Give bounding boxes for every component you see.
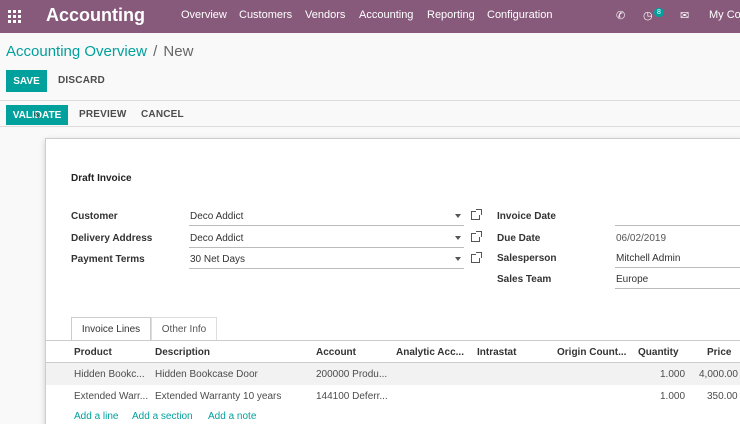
invoice-date-underline [615,225,740,226]
chat-icon[interactable]: ✉ [680,9,689,22]
payment-terms-underline [189,268,464,269]
payment-terms-external-link-icon[interactable] [471,252,482,263]
row-2-product[interactable]: Extended Warr... [74,391,148,402]
menu-configuration[interactable]: Configuration [487,9,552,21]
table-row[interactable] [46,385,740,407]
cancel-button[interactable]: CANCEL [141,109,184,120]
salesperson-field[interactable]: Mitchell Admin [616,253,680,264]
column-origin-country[interactable]: Origin Count... [557,347,626,358]
apps-grid-icon[interactable] [8,10,21,23]
column-intrastat[interactable]: Intrastat [477,347,516,358]
menu-overview[interactable]: Overview [181,9,227,21]
tab-other-info[interactable]: Other Info [151,317,217,341]
discard-button[interactable]: DISCARD [58,75,105,86]
statusbar-divider [0,126,740,127]
activity-badge: 8 [654,8,664,17]
menu-vendors[interactable]: Vendors [305,9,345,21]
row-2-price[interactable]: 350.00 [707,391,738,402]
column-account[interactable]: Account [316,347,356,358]
delivery-address-label: Delivery Address [71,233,153,244]
save-button[interactable]: SAVE [6,70,47,92]
salesperson-underline [615,267,740,268]
row-1-price[interactable]: 4,000.00 [699,369,738,380]
sales-team-underline [615,288,740,289]
add-note-link[interactable]: Add a note [208,411,256,422]
column-product[interactable]: Product [74,347,112,358]
column-analytic-account[interactable]: Analytic Acc... [396,347,464,358]
customer-external-link-icon[interactable] [471,209,482,220]
payment-terms-label: Payment Terms [71,254,145,265]
invoice-date-label: Invoice Date [497,211,556,222]
top-navbar: Accounting Overview Customers Vendors Ac… [0,0,740,33]
breadcrumb-separator: / [153,43,158,60]
column-description[interactable]: Description [155,347,210,358]
row-2-description[interactable]: Extended Warranty 10 years [155,391,281,402]
menu-customers[interactable]: Customers [239,9,292,21]
row-1-product[interactable]: Hidden Bookc... [74,369,145,380]
delivery-address-underline [189,247,464,248]
column-price[interactable]: Price [707,347,731,358]
customer-label: Customer [71,211,118,222]
app-title[interactable]: Accounting [46,5,145,26]
row-1-quantity[interactable]: 1.000 [660,369,685,380]
phone-icon[interactable]: ✆ [616,9,625,22]
row-2-account[interactable]: 144100 Deferr... [316,391,388,402]
customer-field[interactable]: Deco Addict [190,211,243,222]
mouse-pointer-icon: ⬁ [33,110,41,120]
row-2-quantity[interactable]: 1.000 [660,391,685,402]
due-date-value[interactable]: 06/02/2019 [616,233,666,244]
menu-reporting[interactable]: Reporting [427,9,475,21]
breadcrumb: Accounting Overview / New [6,43,193,60]
sales-team-label: Sales Team [497,274,552,285]
delivery-address-dropdown-icon[interactable] [455,236,461,240]
preview-button[interactable]: PREVIEW [79,109,127,120]
payment-terms-field[interactable]: 30 Net Days [190,254,245,265]
delivery-address-external-link-icon[interactable] [471,231,482,242]
table-header [46,341,740,363]
payment-terms-dropdown-icon[interactable] [455,257,461,261]
breadcrumb-parent[interactable]: Accounting Overview [6,43,147,60]
activity-clock-icon[interactable]: ◷ [643,9,653,22]
row-1-account[interactable]: 200000 Produ... [316,369,387,380]
company-switcher[interactable]: My Co [709,9,740,21]
breadcrumb-current: New [163,43,194,60]
due-date-label: Due Date [497,233,541,244]
delivery-address-field[interactable]: Deco Addict [190,233,243,244]
menu-accounting[interactable]: Accounting [359,9,413,21]
sales-team-field[interactable]: Europe [616,274,648,285]
add-section-link[interactable]: Add a section [132,411,193,422]
add-line-link[interactable]: Add a line [74,411,118,422]
salesperson-label: Salesperson [497,253,557,264]
tab-invoice-lines[interactable]: Invoice Lines [71,317,151,341]
control-panel-divider [0,100,740,101]
customer-underline [189,225,464,226]
invoice-title: Draft Invoice [71,173,132,184]
table-row[interactable] [46,363,740,385]
row-1-description[interactable]: Hidden Bookcase Door [155,369,258,380]
customer-dropdown-icon[interactable] [455,214,461,218]
column-quantity[interactable]: Quantity [638,347,679,358]
